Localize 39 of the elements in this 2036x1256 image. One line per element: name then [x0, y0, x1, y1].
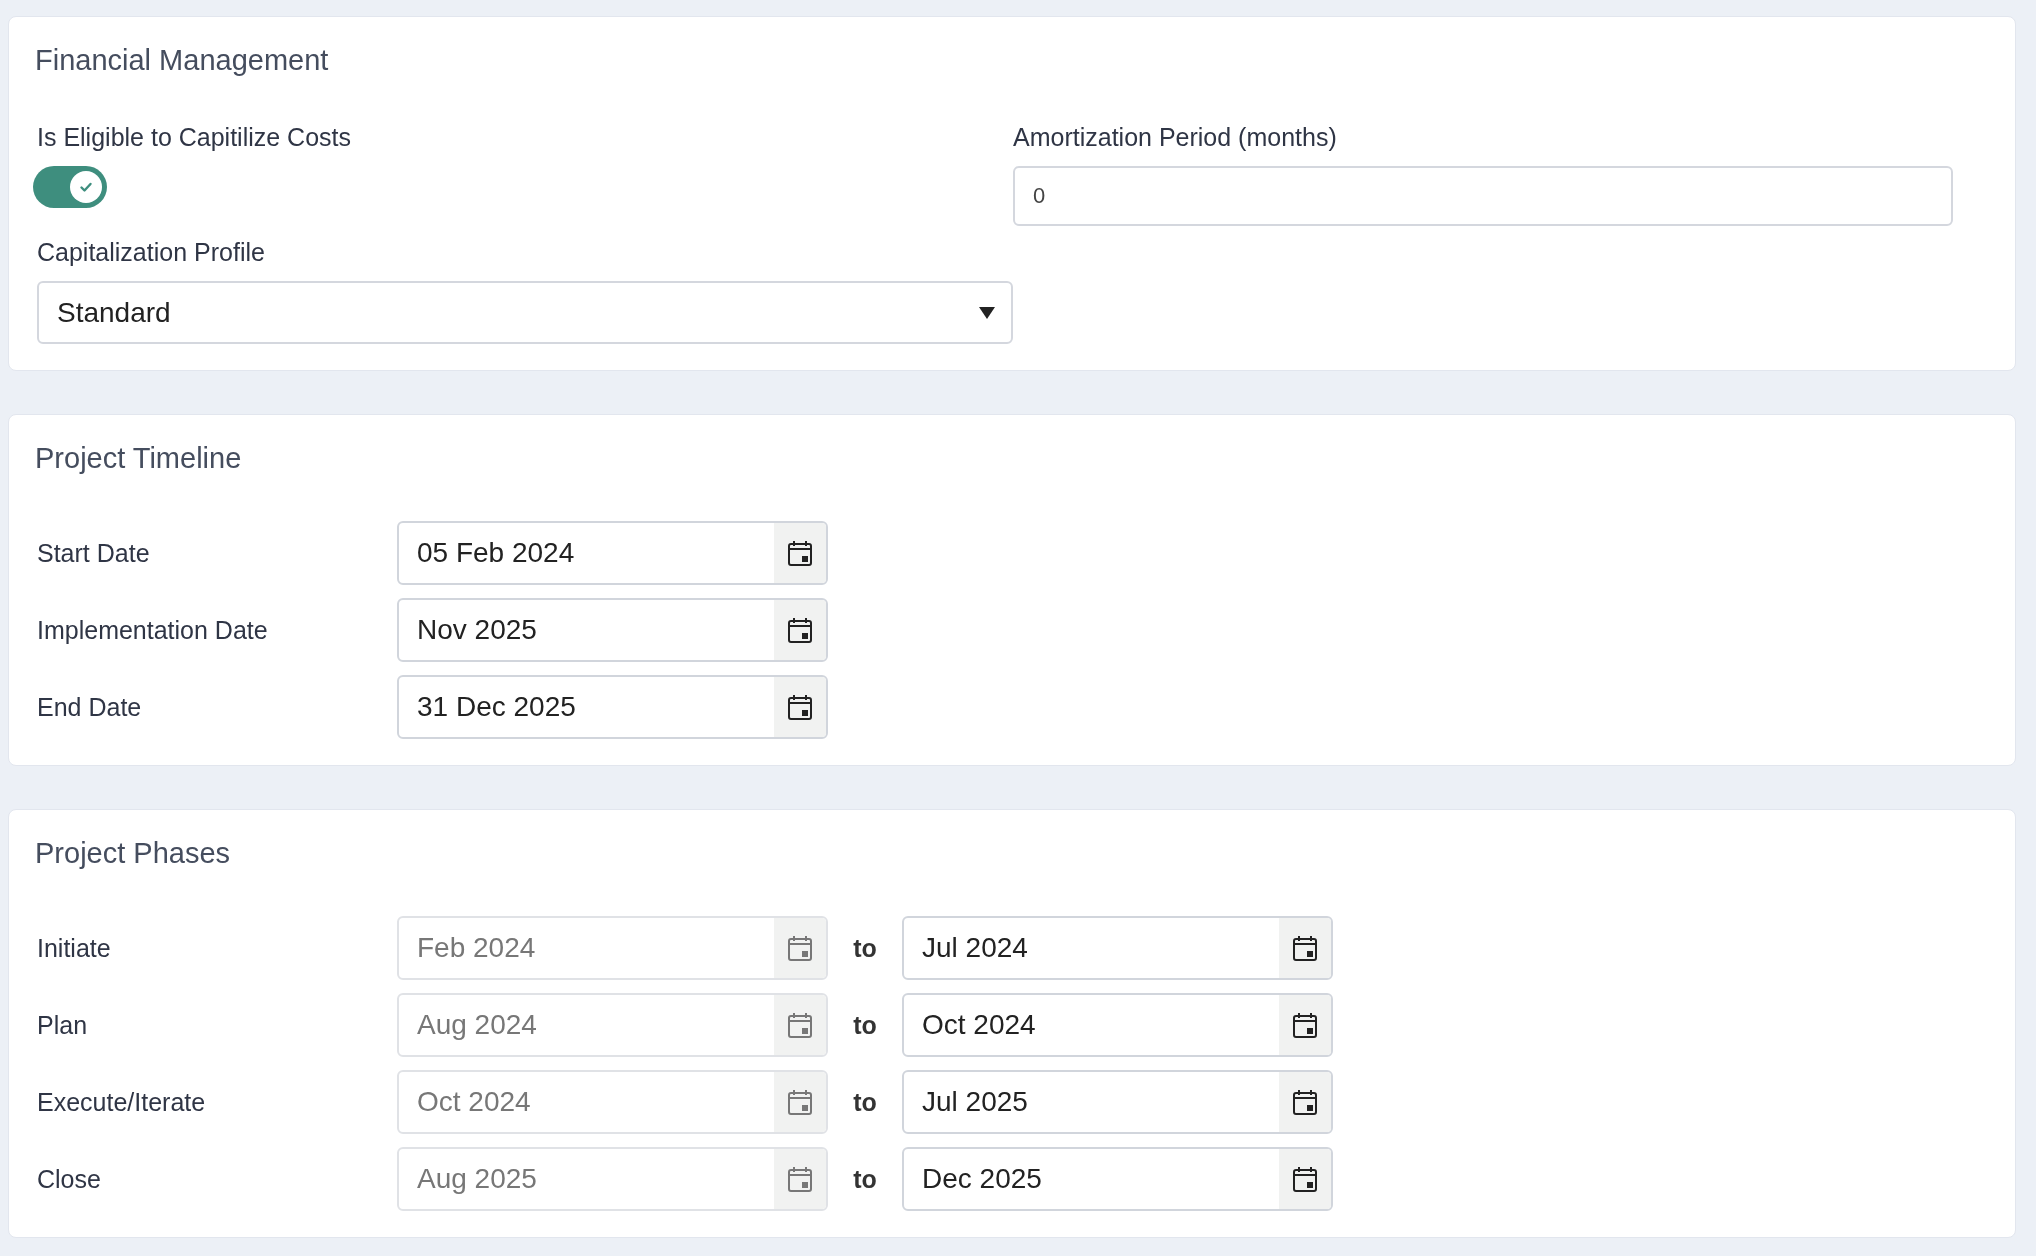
- calendar-icon: [788, 1089, 812, 1115]
- date-input[interactable]: Dec 2025: [902, 1147, 1333, 1211]
- caret-icon: [979, 306, 995, 319]
- range-separator: to: [852, 1164, 878, 1194]
- field-label: Close: [37, 1164, 102, 1194]
- date-input[interactable]: Oct 2024: [902, 993, 1333, 1057]
- field-label: Capitalization Profile: [37, 238, 266, 267]
- amortization-input[interactable]: 0: [1013, 166, 1953, 226]
- calendar-icon: [788, 694, 812, 720]
- field-label: Execute/Iterate: [37, 1087, 207, 1117]
- range-separator: to: [852, 933, 878, 963]
- section-title: Financial Management: [35, 44, 330, 77]
- calendar-icon: [788, 1166, 812, 1192]
- date-input[interactable]: 05 Feb 2024: [397, 521, 828, 585]
- calendar-icon: [1293, 1166, 1317, 1192]
- section-title: Project Phases: [35, 837, 232, 870]
- field-label: Plan: [37, 1010, 89, 1040]
- calendar-icon: [788, 540, 812, 566]
- calendar-icon: [1293, 935, 1317, 961]
- calendar-icon: [1293, 1012, 1317, 1038]
- date-input[interactable]: Jul 2024: [902, 916, 1333, 980]
- calendar-icon: [788, 935, 812, 961]
- date-input[interactable]: Jul 2025: [902, 1070, 1333, 1134]
- field-label: End Date: [37, 692, 143, 722]
- field-label: Amortization Period (months): [1013, 123, 1338, 152]
- calendar-icon: [788, 617, 812, 643]
- date-input[interactable]: Nov 2025: [397, 598, 828, 662]
- field-label: Initiate: [37, 933, 112, 963]
- calendar-icon: [1293, 1089, 1317, 1115]
- date-input[interactable]: 31 Dec 2025: [397, 675, 828, 739]
- calendar-icon: [788, 1012, 812, 1038]
- range-separator: to: [852, 1087, 878, 1117]
- field-label: Is Eligible to Capitilize Costs: [37, 123, 352, 152]
- range-separator: to: [852, 1010, 878, 1040]
- toggle-switch[interactable]: [33, 166, 107, 208]
- field-label: Start Date: [37, 538, 151, 568]
- profile-select[interactable]: Standard: [37, 281, 1013, 344]
- section-title: Project Timeline: [35, 442, 243, 475]
- field-label: Implementation Date: [37, 615, 269, 645]
